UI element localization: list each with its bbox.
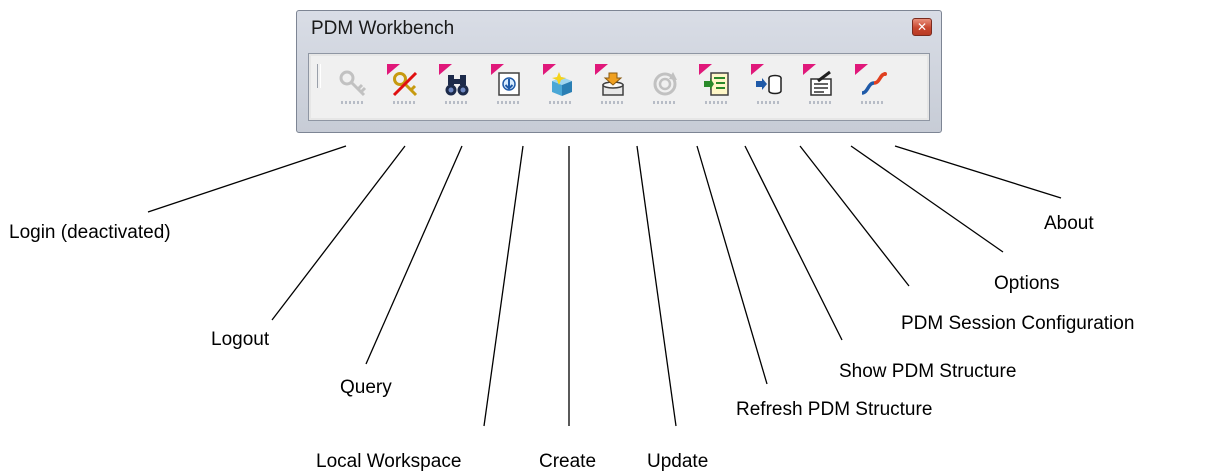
label-local-workspace: Local Workspace [316,451,462,472]
label-query: Query [340,377,392,398]
leader-options [850,145,1004,253]
leader-login [147,145,347,213]
label-about: About [1044,213,1094,234]
label-create: Create [539,451,597,472]
leader-local-workspace [483,145,524,427]
label-update: Update [647,451,709,472]
leader-about [894,145,1062,199]
leader-logout [271,145,406,321]
label-refresh-pdm-structure: Refresh PDM Structure [736,399,933,420]
leader-update [636,145,677,427]
leader-show-pdm-structure [744,145,843,341]
leader-refresh-pdm-structure [696,145,768,385]
leader-pdm-session-configuration [799,145,910,287]
callout-leader-lines [147,145,1062,427]
label-pdm-session-configuration: PDM Session Configuration [901,313,1135,334]
label-show-pdm-structure: Show PDM Structure [839,361,1017,382]
label-login: Login (deactivated) [9,222,171,243]
label-logout: Logout [211,329,270,350]
label-options: Options [994,273,1060,294]
